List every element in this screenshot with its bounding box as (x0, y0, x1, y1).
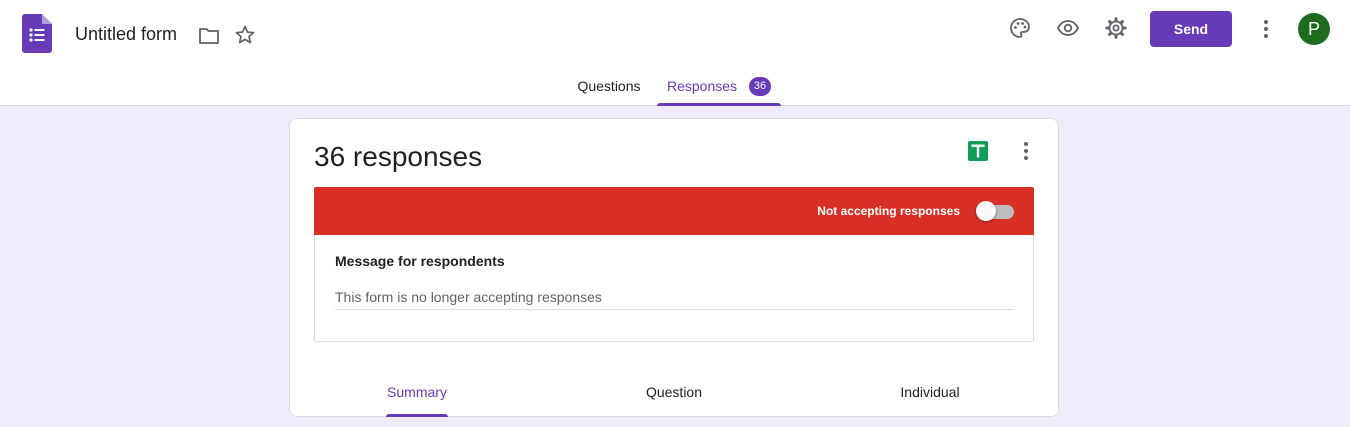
accepting-responses-label: Not accepting responses (817, 204, 960, 218)
star-icon[interactable] (233, 23, 257, 47)
palette-icon[interactable] (1008, 16, 1032, 40)
gear-icon[interactable] (1104, 16, 1128, 40)
tab-responses-label: Responses (667, 78, 738, 94)
subtab-question[interactable]: Question (642, 384, 706, 417)
forms-logo-icon[interactable] (22, 14, 52, 53)
toggle-thumb (976, 201, 996, 221)
responses-card: 36 responses Not accepting responses Mes… (289, 118, 1059, 417)
respondent-message-panel: Message for respondents (314, 235, 1034, 342)
sheets-icon[interactable] (968, 141, 988, 161)
form-title[interactable]: Untitled form (75, 24, 177, 45)
accepting-responses-toggle[interactable] (976, 201, 1014, 221)
tab-questions[interactable]: Questions (566, 66, 652, 106)
eye-icon[interactable] (1056, 16, 1080, 40)
send-button[interactable]: Send (1150, 11, 1232, 47)
subtab-summary-label: Summary (387, 384, 447, 400)
app-header: Untitled form Send P Questions Responses… (0, 0, 1350, 106)
respondent-message-input[interactable] (335, 284, 1014, 310)
more-vert-icon[interactable] (1254, 17, 1278, 41)
folder-icon[interactable] (197, 24, 221, 48)
accepting-responses-banner: Not accepting responses (314, 187, 1034, 235)
message-label: Message for respondents (335, 253, 505, 269)
more-vert-icon[interactable] (1014, 139, 1038, 163)
subtab-individual[interactable]: Individual (897, 384, 963, 417)
responses-count-title: 36 responses (314, 141, 483, 172)
subtab-summary[interactable]: Summary (386, 384, 448, 417)
avatar[interactable]: P (1298, 13, 1330, 45)
tab-active-indicator (657, 103, 781, 106)
responses-count-badge: 36 (749, 77, 771, 96)
subtab-active-indicator (386, 414, 448, 417)
